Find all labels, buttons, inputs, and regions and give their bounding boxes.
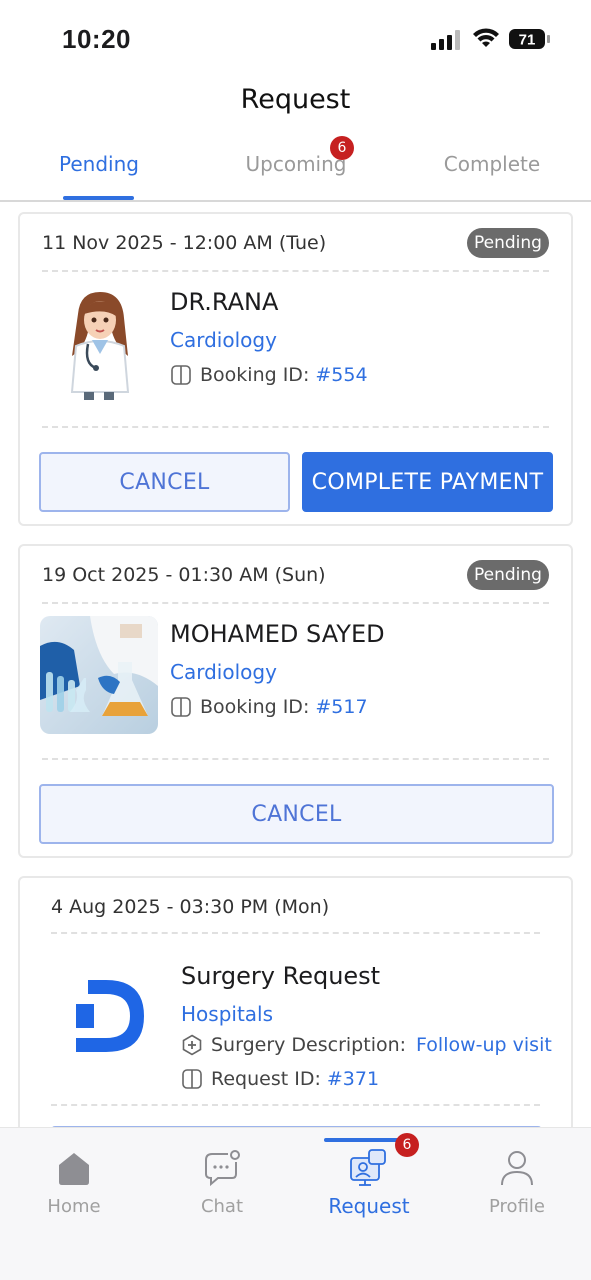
home-icon bbox=[59, 1153, 89, 1185]
booking-id-row: Booking ID: #517 bbox=[170, 696, 368, 718]
tab-complete[interactable]: Complete bbox=[430, 152, 554, 176]
status-badge: Pending bbox=[467, 228, 549, 258]
complete-payment-button[interactable]: COMPLETE PAYMENT bbox=[302, 452, 553, 512]
page-title: Request bbox=[240, 84, 351, 115]
battery-icon: 71 bbox=[509, 29, 550, 49]
request-icon bbox=[350, 1149, 386, 1186]
doctor-avatar bbox=[40, 284, 158, 402]
divider bbox=[42, 602, 549, 604]
doctor-photo bbox=[40, 616, 158, 734]
booking-id-value[interactable]: #554 bbox=[315, 364, 367, 386]
wifi-icon bbox=[473, 28, 499, 47]
booking-id-value[interactable]: #517 bbox=[315, 696, 367, 718]
request-id-value[interactable]: #371 bbox=[327, 1068, 379, 1090]
doctor-name: DR.RANA bbox=[170, 288, 279, 316]
id-card-icon bbox=[171, 697, 191, 717]
id-card-icon bbox=[182, 1069, 202, 1089]
divider bbox=[51, 1104, 540, 1106]
nav-request-label: Request bbox=[328, 1194, 410, 1218]
appointment-date: 11 Nov 2025 - 12:00 AM (Tue) bbox=[42, 232, 327, 254]
profile-icon bbox=[501, 1151, 533, 1186]
status-bar: 10:20 71 bbox=[0, 0, 591, 80]
request-count-badge: 6 bbox=[395, 1133, 419, 1157]
nav-profile-label: Profile bbox=[489, 1196, 545, 1217]
chat-icon bbox=[205, 1150, 240, 1187]
nav-profile[interactable]: Profile bbox=[457, 1148, 577, 1217]
cellular-signal-icon bbox=[431, 30, 460, 50]
medical-cross-icon bbox=[182, 1034, 202, 1056]
request-title: Surgery Request bbox=[181, 962, 381, 990]
tab-pending[interactable]: Pending bbox=[30, 152, 168, 176]
request-card: 11 Nov 2025 - 12:00 AM (Tue) Pending DR.… bbox=[18, 212, 573, 526]
booking-id-label: Booking ID: bbox=[200, 364, 310, 386]
divider bbox=[42, 426, 549, 428]
specialty-label: Cardiology bbox=[170, 328, 277, 352]
request-card: 19 Oct 2025 - 01:30 AM (Sun) Pending MOH… bbox=[18, 544, 573, 858]
status-badge: Pending bbox=[467, 560, 549, 590]
specialty-label: Cardiology bbox=[170, 660, 277, 684]
appointment-date: 19 Oct 2025 - 01:30 AM (Sun) bbox=[42, 564, 326, 586]
divider bbox=[42, 758, 549, 760]
nav-chat-label: Chat bbox=[200, 1196, 244, 1217]
category-label: Hospitals bbox=[181, 1002, 274, 1026]
request-id-label: Request ID: bbox=[211, 1068, 321, 1090]
booking-id-row: Booking ID: #554 bbox=[170, 364, 368, 386]
nav-home-label: Home bbox=[47, 1196, 101, 1217]
nav-chat[interactable]: Chat bbox=[162, 1148, 282, 1217]
surgery-description-label: Surgery Description: bbox=[211, 1034, 407, 1056]
active-tab-indicator bbox=[63, 196, 134, 200]
battery-level: 71 bbox=[519, 32, 536, 49]
request-card: 4 Aug 2025 - 03:30 PM (Mon) Surgery Requ… bbox=[18, 876, 573, 1166]
hospital-logo-icon bbox=[76, 980, 144, 1052]
divider bbox=[42, 270, 549, 272]
upcoming-count-badge: 6 bbox=[330, 136, 354, 160]
doctor-name: MOHAMED SAYED bbox=[170, 620, 385, 648]
divider bbox=[51, 932, 540, 934]
surgery-description-row: Surgery Description: Follow-up visit bbox=[181, 1034, 552, 1056]
active-nav-indicator bbox=[324, 1138, 400, 1142]
bottom-navigation: Home Chat Request 6 Profile bbox=[0, 1127, 591, 1280]
clock: 10:20 bbox=[62, 24, 131, 54]
request-id-row: Request ID: #371 bbox=[181, 1068, 379, 1090]
appointment-date: 4 Aug 2025 - 03:30 PM (Mon) bbox=[51, 896, 330, 918]
surgery-description-value: Follow-up visit bbox=[416, 1034, 552, 1056]
cancel-button[interactable]: CANCEL bbox=[39, 784, 554, 844]
nav-request[interactable]: Request bbox=[309, 1148, 429, 1218]
tab-bar: Pending Upcoming 6 Complete bbox=[0, 136, 591, 202]
cancel-button[interactable]: CANCEL bbox=[39, 452, 290, 512]
id-card-icon bbox=[171, 365, 191, 385]
booking-id-label: Booking ID: bbox=[200, 696, 310, 718]
nav-home[interactable]: Home bbox=[14, 1148, 134, 1217]
